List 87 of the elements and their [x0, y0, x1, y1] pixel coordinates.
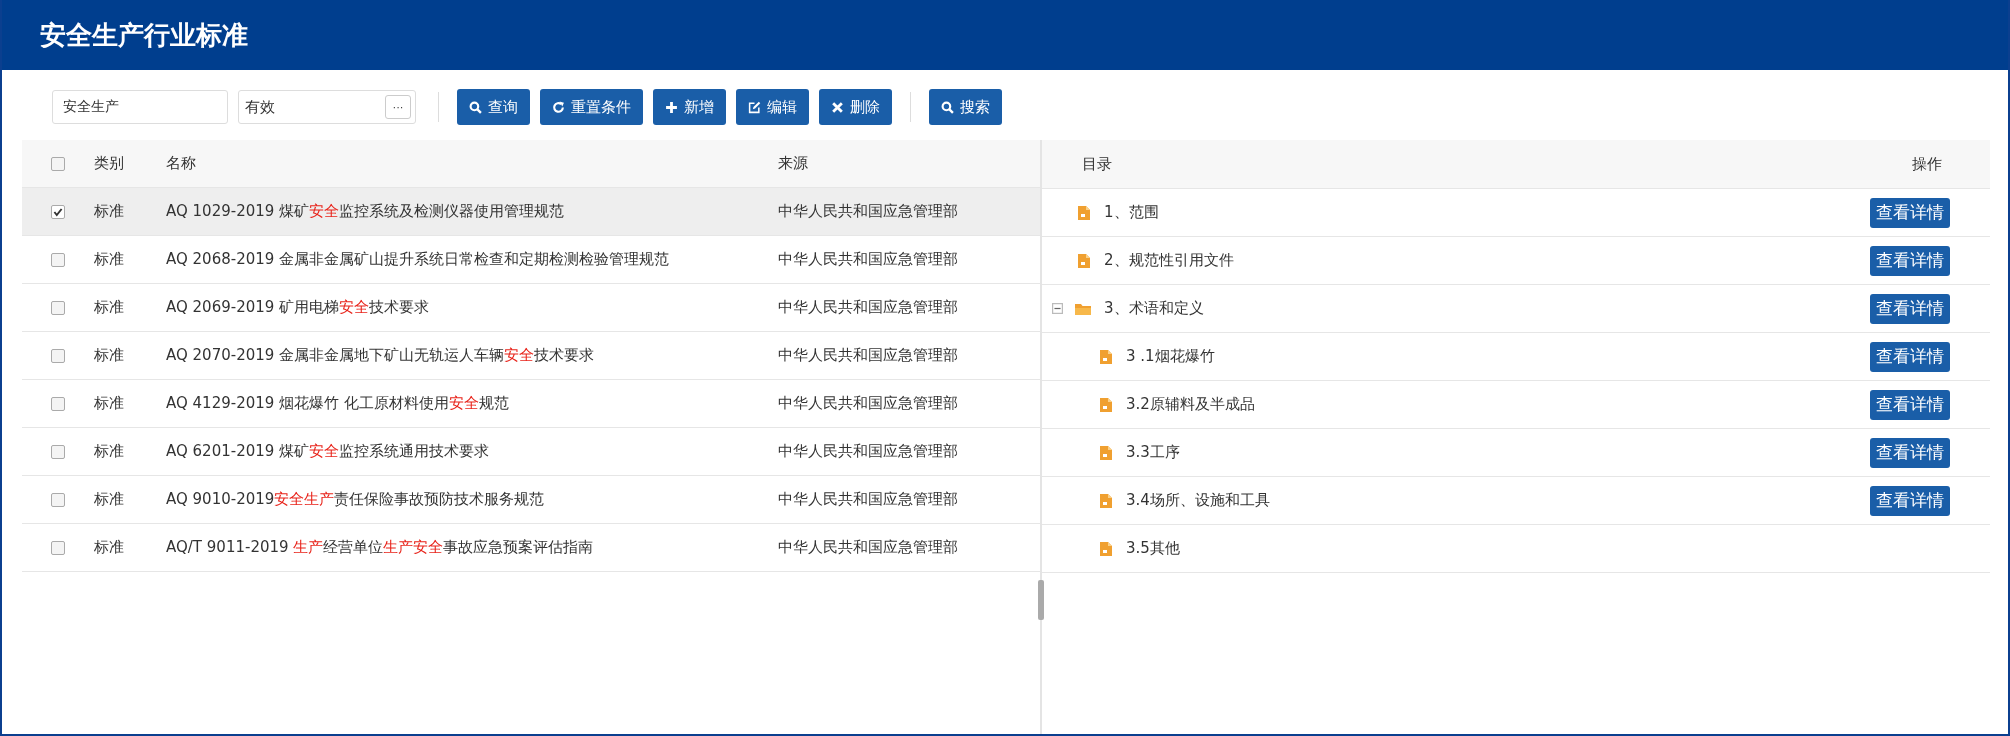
more-button[interactable]: ···: [385, 95, 411, 119]
column-header: 类别: [94, 154, 124, 172]
refresh-icon: [552, 100, 565, 114]
table-cell: 中华人民共和国应急管理部: [778, 298, 958, 316]
row-checkbox[interactable]: [51, 252, 65, 267]
folder-icon: [1074, 301, 1092, 316]
tree-item[interactable]: 1、范围: [1104, 203, 1159, 222]
table-cell: 标准: [94, 346, 124, 364]
row-checkbox[interactable]: [51, 204, 65, 219]
column-header: 目录: [1082, 154, 1112, 174]
document-icon: [1100, 445, 1112, 460]
table-cell: 标准: [94, 298, 124, 316]
table-cell: AQ 2068-2019 金属非金属矿山提升系统日常检查和定期检测检验管理规范: [166, 250, 670, 268]
toolbar-button[interactable]: 重置条件: [540, 89, 643, 125]
row-checkbox[interactable]: [51, 396, 65, 411]
table-cell: 标准: [94, 490, 124, 508]
row-checkbox[interactable]: [51, 492, 65, 507]
table-cell: 中华人民共和国应急管理部: [778, 490, 958, 508]
document-icon: [1100, 541, 1112, 556]
splitter-handle[interactable]: [1038, 580, 1044, 620]
toolbar-button[interactable]: 删除: [819, 89, 892, 125]
document-icon: [1078, 253, 1090, 268]
table-row[interactable]: 标准 AQ 2070-2019 金属非金属地下矿山无轨运人车辆安全技术要求 中华人民共和国应急管理部: [22, 332, 1040, 380]
column-header: 来源: [778, 154, 808, 172]
document-icon: [1100, 493, 1112, 508]
tree-item[interactable]: 3 .1烟花爆竹: [1126, 347, 1215, 366]
table-cell: AQ 4129-2019 烟花爆竹 化工原材料使用安全规范: [166, 394, 509, 412]
tree-item[interactable]: 3.4场所、设施和工具: [1126, 491, 1270, 510]
toolbar-button[interactable]: 查询: [457, 89, 530, 125]
row-checkbox[interactable]: [51, 348, 65, 363]
table-row[interactable]: 标准 AQ/T 9011-2019 生产经营单位生产安全事故应急预案评估指南 中华人民共和国应急管理部: [22, 524, 1040, 572]
table-row[interactable]: 标准 AQ 2069-2019 矿用电梯安全技术要求 中华人民共和国应急管理部: [22, 284, 1040, 332]
column-header: 名称: [166, 154, 196, 172]
table-cell: 标准: [94, 250, 124, 268]
table-cell: 中华人民共和国应急管理部: [778, 346, 958, 364]
row-checkbox[interactable]: [51, 444, 65, 459]
table-cell: 标准: [94, 538, 124, 556]
toolbar-button[interactable]: 搜索: [929, 89, 1002, 125]
view-details-button[interactable]: 查看详情: [1870, 389, 1950, 420]
tree-item[interactable]: 3.5其他: [1126, 539, 1180, 558]
table-cell: 中华人民共和国应急管理部: [778, 442, 958, 460]
view-details-button[interactable]: 查看详情: [1870, 245, 1950, 276]
table-cell: 标准: [94, 202, 124, 220]
table-row[interactable]: 标准 AQ 2068-2019 金属非金属矿山提升系统日常检查和定期检测检验管理规范 中华人民共和国应急管理部: [22, 236, 1040, 284]
row-checkbox[interactable]: [51, 300, 65, 315]
table-cell: 中华人民共和国应急管理部: [778, 538, 958, 556]
tree-item[interactable]: 2、规范性引用文件: [1104, 251, 1234, 270]
view-details-button[interactable]: 查看详情: [1870, 437, 1950, 468]
select-all-checkbox[interactable]: [51, 156, 65, 171]
table-cell: 中华人民共和国应急管理部: [778, 250, 958, 268]
toolbar-button[interactable]: 编辑: [736, 89, 809, 125]
tree-item[interactable]: 3、术语和定义: [1104, 299, 1204, 318]
plus-icon: [665, 100, 678, 114]
table-row[interactable]: 标准 AQ 4129-2019 烟花爆竹 化工原材料使用安全规范 中华人民共和国应急管理部: [22, 380, 1040, 428]
row-checkbox[interactable]: [51, 540, 65, 555]
edit-icon: [748, 100, 761, 114]
view-details-button[interactable]: 查看详情: [1870, 485, 1950, 516]
search-icon: [941, 100, 954, 114]
page-title: 安全生产行业标准: [40, 18, 248, 52]
column-header: 操作: [1912, 154, 1942, 174]
table-row[interactable]: 标准 AQ 9010-2019安全生产责任保险事故预防技术服务规范 中华人民共和国应急管理部: [22, 476, 1040, 524]
table-row[interactable]: 标准 AQ 6201-2019 煤矿安全监控系统通用技术要求 中华人民共和国应急管理部: [22, 428, 1040, 476]
table-cell: AQ 2070-2019 金属非金属地下矿山无轨运人车辆安全技术要求: [166, 346, 595, 364]
document-icon: [1100, 349, 1112, 364]
close-icon: [831, 100, 844, 114]
tree-item[interactable]: 3.3工序: [1126, 443, 1180, 462]
table-cell: AQ 9010-2019安全生产责任保险事故预防技术服务规范: [166, 490, 545, 508]
table-cell: AQ 1029-2019 煤矿安全监控系统及检测仪器使用管理规范: [166, 202, 565, 220]
view-details-button[interactable]: 查看详情: [1870, 197, 1950, 228]
table-cell: 标准: [94, 442, 124, 460]
table-cell: AQ/T 9011-2019 生产经营单位生产安全事故应急预案评估指南: [166, 538, 594, 556]
table-cell: 中华人民共和国应急管理部: [778, 202, 958, 220]
toolbar-button[interactable]: 新增: [653, 89, 726, 125]
status-field[interactable]: 有效 ···: [238, 90, 416, 124]
keyword-field[interactable]: 安全生产: [52, 90, 228, 124]
document-icon: [1100, 397, 1112, 412]
collapse-toggle[interactable]: [1052, 303, 1063, 314]
table-cell: 中华人民共和国应急管理部: [778, 394, 958, 412]
view-details-button[interactable]: 查看详情: [1870, 341, 1950, 372]
table-cell: AQ 2069-2019 矿用电梯安全技术要求: [166, 298, 430, 316]
document-icon: [1078, 205, 1090, 220]
tree-item[interactable]: 3.2原辅料及半成品: [1126, 395, 1255, 414]
table-row[interactable]: 标准 AQ 1029-2019 煤矿安全监控系统及检测仪器使用管理规范 中华人民共和国应急管理部: [22, 188, 1040, 236]
view-details-button[interactable]: 查看详情: [1870, 293, 1950, 324]
search-icon: [469, 100, 482, 114]
table-cell: AQ 6201-2019 煤矿安全监控系统通用技术要求: [166, 442, 490, 460]
table-cell: 标准: [94, 394, 124, 412]
